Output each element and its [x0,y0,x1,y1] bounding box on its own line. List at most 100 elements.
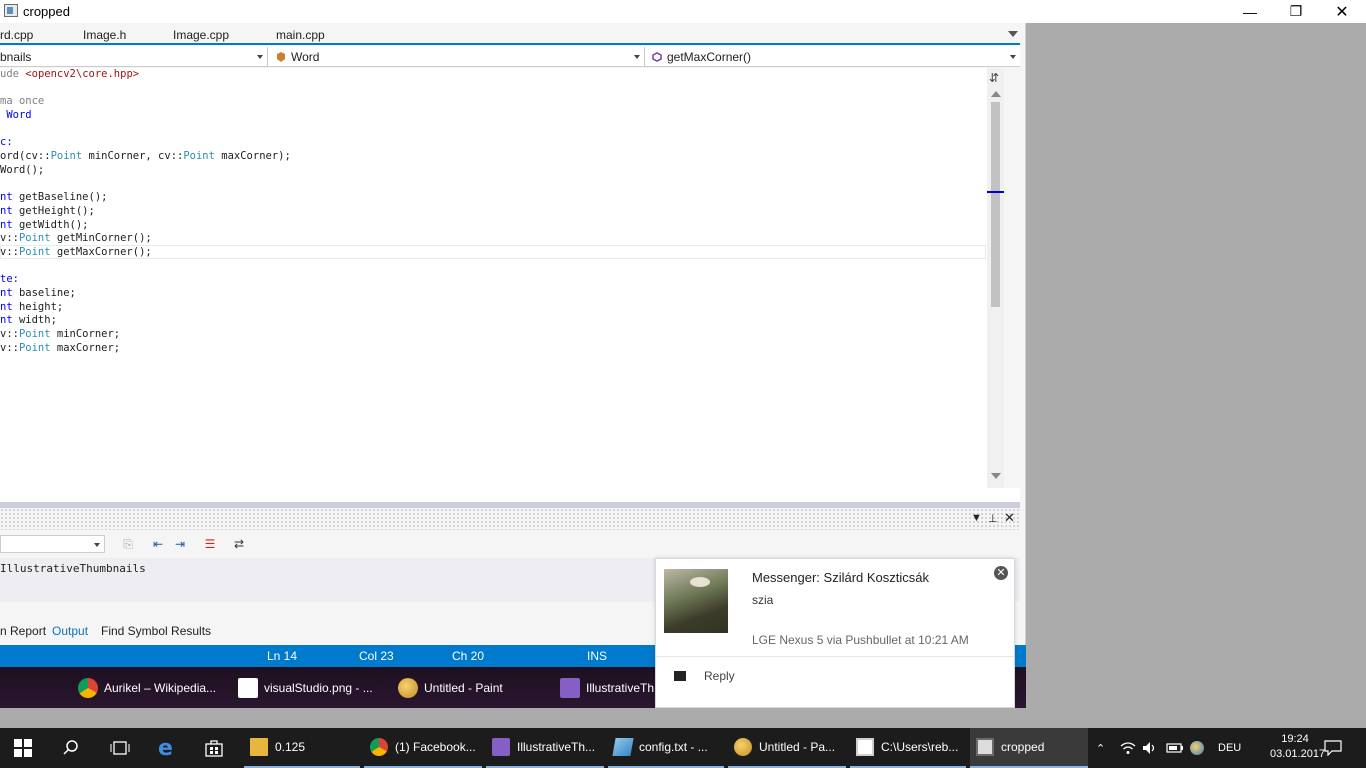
code-line: Word [0,109,32,122]
scroll-up-icon[interactable] [991,91,1001,97]
toast-notification[interactable]: Messenger: Szilárd Koszticsák szia LGE N… [655,558,1015,708]
chrome-icon [370,738,388,756]
speaker-icon [1143,742,1155,754]
code-editor[interactable]: ude <opencv2\core.hpp> ma once Word c: or… [0,68,987,488]
canvas-background [1026,23,1366,708]
task-cropped[interactable]: cropped [970,728,1088,768]
scroll-thumb[interactable] [991,102,1000,307]
minimize-button[interactable]: — [1227,0,1273,23]
member-dropdown[interactable]: getMaxCorner() [647,47,1020,67]
notification-meta: LGE Nexus 5 via Pushbullet at 10:21 AM [752,633,969,647]
tab-main-cpp[interactable]: main.cpp [276,28,325,42]
start-button[interactable] [14,728,32,768]
maximize-button[interactable]: ❐ [1273,0,1319,23]
screen: cropped — ❐ ✕ rd.cpp Image.h Image.cpp m… [0,0,1366,768]
clock[interactable]: 19:24 03.01.2017 [1270,732,1326,762]
editor-scrollbar[interactable]: ⇵ [987,68,1004,488]
tab-find-symbol-results[interactable]: Find Symbol Results [101,624,211,638]
code-line: v::Point maxCorner; [0,341,121,354]
pin-icon[interactable]: ⊥ [988,512,998,525]
canvas-background-bottom [0,708,1366,728]
pushbullet-tray[interactable] [1190,728,1204,768]
tab-list-dropdown-icon[interactable] [1008,31,1018,37]
tab-image-cpp[interactable]: Image.cpp [173,28,229,42]
class-dropdown[interactable]: Word [271,47,645,67]
tab-error-report[interactable]: n Report [0,624,46,638]
scroll-down-icon[interactable] [991,473,1001,479]
code-line: nt getBaseline(); [0,191,108,204]
chevron-down-icon [634,55,640,59]
project-label: bnails [0,50,32,64]
tab-word-cpp[interactable]: rd.cpp [0,28,33,42]
clock-date: 03.01.2017 [1270,748,1326,760]
action-center-button[interactable] [1324,728,1342,768]
code-line: ude <opencv2\core.hpp> [0,68,140,80]
method-icon [652,52,662,62]
task-label: C:\Users\reb... [881,740,959,754]
captured-task-chrome: Aurikel – Wikipedia... [78,667,216,708]
clear-all-icon[interactable]: ☰ [203,537,217,551]
previous-message-icon[interactable]: ⇤ [151,537,165,551]
task-paint[interactable]: Untitled - Pa... [728,728,846,768]
captured-task-label: visualStudio.png - ... [264,680,373,695]
code-line: v::Point minCorner; [0,328,121,341]
task-console[interactable]: C:\Users\reb... [850,728,966,768]
split-handle-icon[interactable]: ⇵ [989,71,999,85]
volume-tray[interactable] [1142,728,1158,768]
code-line: nt getWidth(); [0,218,89,231]
output-line: IllustrativeThumbnails [0,562,146,575]
captured-task-image: visualStudio.png - ... [238,667,373,708]
image-viewer-icon [4,4,18,17]
close-icon[interactable]: ✕ [994,566,1008,580]
task-folder[interactable]: 0.125 [244,728,360,768]
task-label: config.txt - ... [639,740,708,754]
project-dropdown[interactable]: bnails [0,47,268,67]
search-icon [63,740,78,755]
task-chrome[interactable]: (1) Facebook... [364,728,482,768]
close-button[interactable]: ✕ [1319,0,1365,23]
task-view-button[interactable] [110,728,130,768]
tab-output[interactable]: Output [52,624,88,638]
pinned-edge[interactable]: e [158,728,173,768]
status-line: Ln 14 [267,649,298,663]
chrome-icon [78,677,98,698]
store-icon [205,740,223,757]
notification-body: szia [752,593,774,607]
input-language[interactable]: DEU [1218,728,1241,768]
next-message-icon[interactable]: ⇥ [173,537,187,551]
task-notepad[interactable]: config.txt - ... [608,728,724,768]
task-visual-studio[interactable]: IllustrativeTh... [486,728,604,768]
close-panel-icon[interactable]: ✕ [1004,510,1015,526]
code-line: Word(); [0,163,45,176]
tab-image-h[interactable]: Image.h [83,28,126,42]
search-button[interactable] [62,728,80,768]
task-label: cropped [1001,740,1045,754]
code-line: nt getHeight(); [0,204,95,217]
power-tray[interactable] [1166,728,1184,768]
tab-accent-line [0,43,1020,45]
network-tray[interactable] [1120,728,1136,768]
pushbullet-icon [1190,741,1204,755]
notification-icon [1324,740,1342,756]
member-label: getMaxCorner() [667,50,752,64]
panel-menu-icon[interactable]: ▼ [971,512,982,524]
title-bar: cropped — ❐ ✕ [0,0,1366,23]
notepad-icon [612,738,634,756]
show-hidden-icons[interactable]: ⌃ [1096,728,1105,768]
word-wrap-icon[interactable]: ⇄ [232,537,246,551]
find-message-icon[interactable]: ⎘ [121,537,135,551]
status-char: Ch 20 [452,649,485,663]
reply-button[interactable]: Reply [704,669,735,683]
task-label: Untitled - Pa... [759,740,836,754]
captured-task-label: Untitled - Paint [424,680,503,695]
output-toolbar: ⎘ ⇤ ⇥ ☰ ⇄ [0,534,1020,558]
chevron-down-icon [257,55,263,59]
pinned-store[interactable] [204,728,224,768]
code-line: te: [0,273,19,286]
caret-position-marker [987,191,1004,193]
code-line: v::Point getMaxCorner(); [0,245,152,258]
visual-studio-icon [492,738,510,756]
output-source-select[interactable] [0,535,105,553]
